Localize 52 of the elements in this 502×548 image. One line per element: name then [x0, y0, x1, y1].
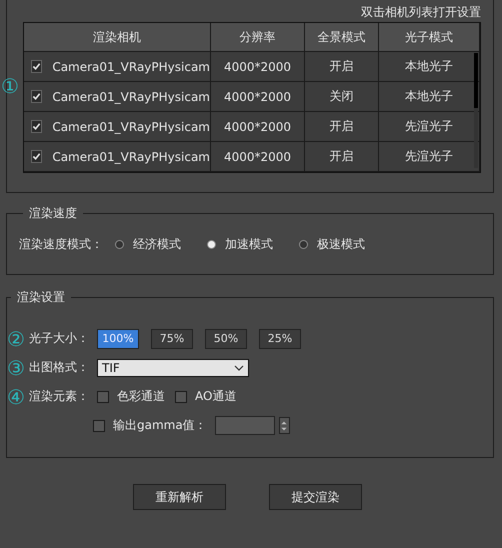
column-header: 分辨率: [211, 23, 305, 51]
annotation-number: ④: [7, 386, 26, 406]
radio-option[interactable]: 极速模式: [299, 236, 365, 253]
action-button[interactable]: 提交渲染: [269, 484, 362, 510]
column-header: 全景模式: [305, 23, 379, 51]
table-cell: Camera01_VRayPHysicam: [52, 150, 210, 164]
annotation-number: ②: [7, 328, 26, 348]
field-label: 出图格式：: [29, 359, 89, 376]
table-cell: Camera01_VRayPHysicam: [52, 90, 210, 104]
checkbox-option[interactable]: 色彩通道: [97, 388, 165, 405]
checkbox[interactable]: [31, 90, 42, 103]
table-cell: 开启: [330, 58, 354, 75]
annotation-number: ①: [1, 76, 20, 96]
table-cell: 先渲光子: [405, 148, 453, 165]
hint-text: 双击相机列表打开设置: [361, 4, 481, 21]
checkbox[interactable]: [31, 60, 42, 73]
checkbox-option[interactable]: AO通道: [175, 388, 236, 405]
radio-option[interactable]: 加速模式: [207, 236, 273, 253]
scrollbar[interactable]: [474, 53, 478, 168]
table-cell: 本地光子: [405, 58, 453, 75]
table-cell: 本地光子: [405, 88, 453, 105]
checkbox-option[interactable]: 输出gamma值：: [93, 417, 207, 434]
field-label: 渲染元素：: [29, 388, 89, 405]
size-button[interactable]: 50%: [205, 328, 247, 348]
chevron-icon: [234, 364, 244, 370]
gamma-field[interactable]: [214, 416, 275, 435]
format-dropdown[interactable]: TIF: [97, 358, 249, 376]
action-button[interactable]: 重新解析: [133, 484, 226, 510]
table-cell: 关闭: [330, 88, 354, 105]
table-cell: 4000*2000: [224, 90, 292, 104]
table-cell: 4000*2000: [224, 120, 292, 134]
table-cell: 开启: [330, 118, 354, 135]
table-cell: 4000*2000: [224, 60, 292, 74]
field-label: 渲染速度模式：: [19, 236, 103, 253]
annotation-number: ③: [7, 358, 26, 378]
size-button[interactable]: 25%: [259, 328, 301, 348]
table-cell: 开启: [330, 148, 354, 165]
table-cell: 4000*2000: [224, 150, 292, 164]
column-header: 渲染相机: [24, 23, 211, 51]
checkbox[interactable]: [31, 150, 42, 163]
radio-option[interactable]: 经济模式: [115, 236, 181, 253]
group-title: 渲染速度: [28, 205, 78, 222]
table-cell: Camera01_VRayPHysicam: [52, 120, 210, 134]
size-button[interactable]: 75%: [151, 328, 193, 348]
checkbox[interactable]: [31, 120, 42, 133]
group-title: 渲染设置: [16, 289, 66, 306]
table-cell: 先渲光子: [405, 118, 453, 135]
column-header: 光子模式: [379, 23, 480, 51]
table-cell: Camera01_VRayPHysicam: [52, 60, 210, 74]
spinner-arrows[interactable]: [278, 417, 290, 434]
field-label: 光子大小：: [29, 330, 89, 347]
size-button[interactable]: 100%: [97, 328, 139, 348]
